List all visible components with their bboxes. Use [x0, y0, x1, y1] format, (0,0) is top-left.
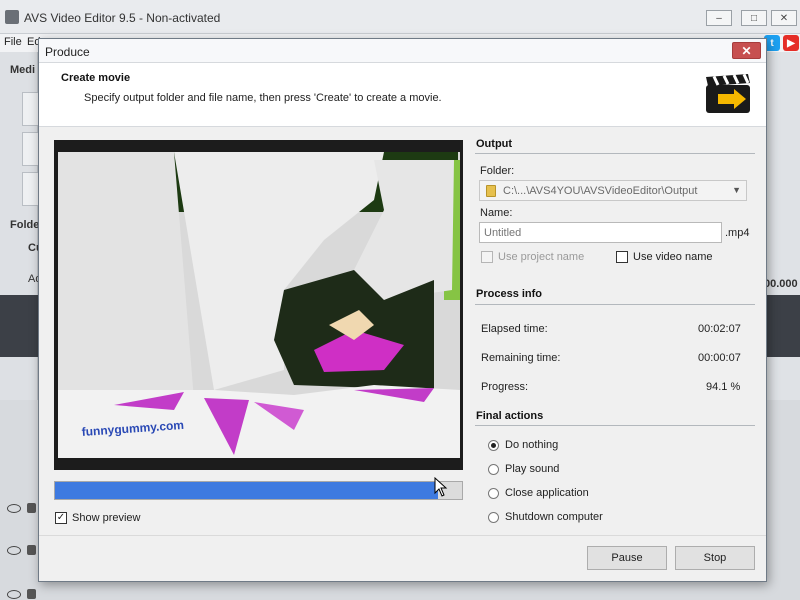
- media-tab-fragment: Medi: [10, 64, 36, 76]
- radio-label: Shutdown computer: [505, 511, 603, 523]
- name-label: Name:: [480, 207, 513, 219]
- use-video-name-label: Use video name: [633, 251, 713, 263]
- show-preview-label: Show preview: [72, 512, 141, 524]
- folder-path: C:\...\AVS4YOU\AVSVideoEditor\Output: [503, 185, 698, 197]
- radio-label: Close application: [505, 487, 589, 499]
- dialog-title: Produce: [45, 45, 90, 59]
- header-subtitle: Specify output folder and file name, the…: [84, 92, 442, 104]
- name-field[interactable]: [479, 222, 722, 243]
- name-input[interactable]: [480, 223, 721, 242]
- folder-select[interactable]: C:\...\AVS4YOU\AVSVideoEditor\Output ▼: [479, 180, 747, 201]
- radio-close-application[interactable]: Close application: [488, 487, 589, 499]
- use-project-name-row[interactable]: Use project name: [481, 251, 584, 263]
- use-project-name-label: Use project name: [498, 251, 585, 263]
- radio-shutdown-computer[interactable]: Shutdown computer: [488, 511, 603, 523]
- divider: [475, 153, 755, 154]
- youtube-icon[interactable]: ▶: [783, 35, 799, 51]
- use-video-name-checkbox[interactable]: [616, 251, 628, 263]
- progress-label: Progress:: [481, 381, 529, 393]
- radio-selected-dot: [491, 442, 496, 448]
- app-close-button[interactable]: ✕: [771, 10, 797, 26]
- panel-button[interactable]: [22, 172, 38, 206]
- use-project-name-checkbox[interactable]: [481, 251, 493, 263]
- radio-button[interactable]: [488, 439, 499, 451]
- panel-button[interactable]: [22, 132, 38, 166]
- render-progress-fill: [55, 482, 438, 499]
- eye-icon[interactable]: [7, 546, 21, 555]
- dialog-header: Create movie Specify output folder and f…: [39, 63, 766, 127]
- app-title: AVS Video Editor 9.5 - Non-activated: [24, 11, 221, 25]
- output-section-title: Output: [476, 138, 513, 150]
- radio-do-nothing[interactable]: Do nothing: [488, 439, 558, 451]
- maximize-button[interactable]: □: [741, 10, 767, 26]
- elapsed-time-label: Elapsed time:: [481, 323, 548, 335]
- final-actions-section-title: Final actions: [476, 410, 544, 422]
- video-preview: funnygummy.com: [54, 140, 463, 470]
- folders-label-fragment: Folde: [10, 219, 40, 231]
- chevron-down-icon[interactable]: ▼: [732, 185, 741, 195]
- dialog-close-button[interactable]: ✕: [732, 42, 761, 59]
- extension-label: .mp4: [725, 227, 750, 239]
- minimize-button[interactable]: –: [706, 10, 732, 26]
- radio-button[interactable]: [488, 463, 499, 475]
- lock-icon[interactable]: [27, 503, 36, 513]
- timecode-fragment: 00.000: [764, 278, 798, 290]
- folder-label: Folder:: [480, 165, 515, 177]
- remaining-time-label: Remaining time:: [481, 352, 561, 364]
- eye-icon[interactable]: [7, 504, 21, 513]
- divider: [475, 304, 755, 305]
- folder-icon: [486, 185, 496, 197]
- clapperboard-icon: [706, 73, 750, 113]
- use-video-name-row[interactable]: Use video name: [616, 251, 713, 263]
- header-title: Create movie: [61, 72, 131, 84]
- stop-button[interactable]: Stop: [675, 546, 755, 570]
- menu-file[interactable]: File: [4, 36, 22, 48]
- process-info-section-title: Process info: [476, 288, 543, 300]
- lock-icon[interactable]: [27, 589, 36, 599]
- render-progress-bar: [54, 481, 463, 500]
- radio-label: Play sound: [505, 463, 560, 475]
- progress-value: 94.1 %: [706, 381, 741, 393]
- remaining-time-value: 00:00:07: [698, 352, 741, 364]
- app-titlebar: AVS Video Editor 9.5 - Non-activated – □…: [0, 0, 800, 34]
- dialog-titlebar: Produce ✕: [39, 39, 766, 63]
- footer-divider: [39, 535, 766, 536]
- pause-button[interactable]: Pause: [587, 546, 667, 570]
- radio-button[interactable]: [488, 511, 499, 523]
- left-dark-panel: [0, 295, 38, 357]
- mouse-cursor-icon: [434, 477, 448, 497]
- radio-label: Do nothing: [505, 439, 559, 451]
- show-preview-checkbox[interactable]: ✓: [55, 512, 67, 524]
- produce-dialog: Produce ✕ Create movie Specify output fo…: [38, 38, 767, 582]
- eye-icon[interactable]: [7, 590, 21, 599]
- lock-icon[interactable]: [27, 545, 36, 555]
- divider: [475, 425, 755, 426]
- app-logo-icon: [5, 10, 19, 24]
- show-preview-row[interactable]: ✓ Show preview: [55, 512, 140, 524]
- right-dark-panel: [766, 295, 800, 357]
- radio-button[interactable]: [488, 487, 499, 499]
- elapsed-time-value: 00:02:07: [698, 323, 741, 335]
- radio-play-sound[interactable]: Play sound: [488, 463, 559, 475]
- panel-button[interactable]: [22, 92, 38, 126]
